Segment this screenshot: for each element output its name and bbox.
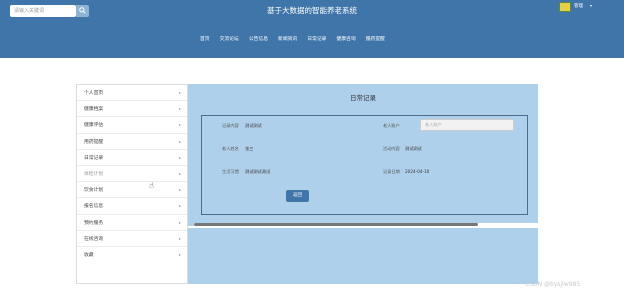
nav-item-home[interactable]: 首页 <box>200 35 210 45</box>
nav-item-medication-reminder[interactable]: 服药提醒 <box>366 35 385 45</box>
nav-item-notices[interactable]: 公告信息 <box>249 35 268 45</box>
chevron-right-icon: ▸ <box>178 90 181 96</box>
nav-item-daily-records[interactable]: 日常记录 <box>307 35 326 45</box>
detail-form: 记录内容 测试测试 老人账户 老人账户 老人姓名 张三 活动内容 测试测试 生活… <box>201 115 528 215</box>
hand-cursor-icon: ☝ <box>149 181 154 190</box>
sidebar-item-online-consult[interactable]: 在线咨询 ▸ <box>77 231 187 247</box>
sidebar-item-medication[interactable]: 用药提醒 ▸ <box>77 134 187 150</box>
nav-item-health-consult[interactable]: 健康咨询 <box>336 35 355 45</box>
sidebar-item-label: 体检计划 <box>84 172 104 178</box>
chevron-right-icon: ▸ <box>178 235 181 241</box>
sidebar-item-label: 收藏 <box>84 253 94 259</box>
sidebar-item-label: 健康档案 <box>84 107 104 113</box>
elder-account-input[interactable]: 老人账户 <box>420 119 514 131</box>
sidebar-item-favorites[interactable]: 收藏 ▸ <box>77 247 187 263</box>
main-nav: 首页 交流论坛 公告信息 新闻资讯 日常记录 健康咨询 服药提醒 <box>200 35 385 45</box>
sidebar-item-health-records[interactable]: 健康档案 ▸ <box>77 101 187 118</box>
chevron-right-icon: ▸ <box>178 203 181 209</box>
avatar[interactable] <box>559 2 571 12</box>
chevron-right-icon: ▸ <box>178 187 181 193</box>
activity-value: 测试测试 <box>405 146 422 151</box>
sidebar-item-label: 报名信息 <box>84 204 104 210</box>
habits-value: 测试测试测试 <box>245 169 271 174</box>
chevron-right-icon: ▸ <box>178 171 181 177</box>
nav-item-forum[interactable]: 交流论坛 <box>220 35 239 45</box>
chevron-right-icon: ▸ <box>178 219 181 225</box>
record-date-label: 记录日期 <box>383 169 400 174</box>
detail-panel-lower <box>188 228 538 284</box>
chevron-right-icon: ▸ <box>178 138 181 144</box>
horizontal-scrollbar-thumb[interactable] <box>194 223 478 226</box>
nav-item-news[interactable]: 新闻资讯 <box>278 35 297 45</box>
sidebar-item-label: 健康评估 <box>84 123 104 129</box>
user-name[interactable]: 管理 <box>574 3 583 9</box>
sidebar-item-label: 预约服务 <box>84 220 104 226</box>
sidebar-item-label: 用药提醒 <box>84 139 104 145</box>
top-header: 请输入关键词 基于大数据的智能养老系统 管理 ▾ 首页 交流论坛 公告信息 新闻… <box>0 0 624 58</box>
elder-name-value: 张三 <box>245 146 254 151</box>
sidebar-item-profile[interactable]: 个人首页 ▸ <box>77 85 187 102</box>
sidebar-item-daily-records[interactable]: 日常记录 ▸ <box>77 150 187 166</box>
page-title: 日常记录 <box>350 94 376 102</box>
elder-account-placeholder: 老人账户 <box>425 122 442 127</box>
sidebar-item-label: 个人首页 <box>84 91 104 97</box>
activity-label: 活动内容 <box>383 146 400 151</box>
chevron-right-icon: ▸ <box>178 106 181 112</box>
record-content-label: 记录内容 <box>222 123 239 128</box>
site-title: 基于大数据的智能养老系统 <box>267 6 357 15</box>
chevron-right-icon: ▸ <box>178 252 181 258</box>
sidebar-item-checkup-plan[interactable]: 体检计划 ▸ <box>77 166 187 183</box>
habits-label: 生活习惯 <box>222 169 239 174</box>
elder-account-label: 老人账户 <box>383 123 400 128</box>
sidebar-item-health-assessment[interactable]: 健康评估 ▸ <box>77 117 187 134</box>
chevron-down-icon[interactable]: ▾ <box>590 3 592 8</box>
chevron-right-icon: ▸ <box>178 154 181 160</box>
record-content-value: 测试测试 <box>245 123 262 128</box>
sidebar-item-label: 在线咨询 <box>84 236 104 242</box>
sidebar: 个人首页 ▸ 健康档案 ▸ 健康评估 ▸ 用药提醒 ▸ 日常记录 ▸ 体检计划 … <box>76 84 188 284</box>
sidebar-item-diet-plan[interactable]: 饮食计划 ▸ <box>77 182 187 199</box>
sidebar-item-label: 饮食计划 <box>84 188 104 194</box>
back-button[interactable]: 返回 <box>286 190 309 202</box>
sidebar-item-registration[interactable]: 报名信息 ▸ <box>77 198 187 215</box>
detail-panel: 日常记录 记录内容 测试测试 老人账户 老人账户 老人姓名 张三 活动内容 测试… <box>188 84 538 226</box>
chevron-right-icon: ▸ <box>178 122 181 128</box>
watermark: CSDN @bysjlw985 <box>525 281 581 288</box>
sidebar-item-appointments[interactable]: 预约服务 ▸ <box>77 215 187 231</box>
sidebar-item-label: 日常记录 <box>84 155 104 161</box>
record-date-value: 2024-04-10 <box>405 169 430 174</box>
elder-name-label: 老人姓名 <box>222 146 239 151</box>
